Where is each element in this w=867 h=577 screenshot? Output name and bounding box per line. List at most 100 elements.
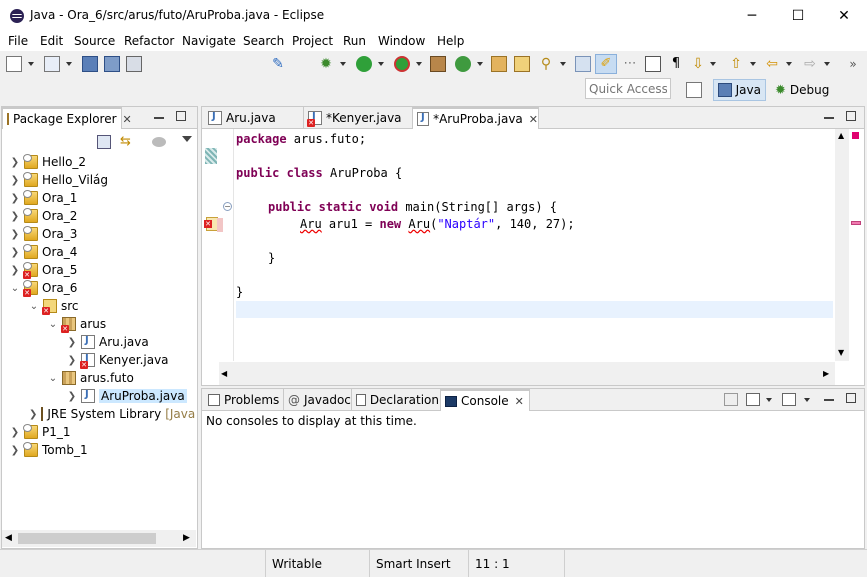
menu-navigate[interactable]: Navigate [182, 34, 236, 48]
scrollbar-thumb[interactable] [18, 533, 156, 544]
close-icon[interactable]: ✕ [123, 113, 132, 126]
chevron-right-icon[interactable]: ❯ [67, 391, 77, 402]
tree-item-project[interactable]: ❯ Hello_Világ [10, 171, 108, 189]
tree-item-java-file[interactable]: ❯ AruProba.java [67, 387, 187, 405]
chevron-right-icon[interactable]: ❯ [10, 247, 20, 258]
tree-item-project[interactable]: ❯ P1_1 [10, 423, 71, 441]
prev-annotation-icon[interactable]: ⇧ [728, 56, 744, 72]
tab-kenyer-java[interactable]: *Kenyer.java [303, 107, 411, 129]
chevron-right-icon[interactable]: ❯ [10, 193, 20, 204]
tree-item-source-folder[interactable]: ⌄ src [29, 297, 79, 315]
scroll-up-icon[interactable]: ▲ [838, 131, 844, 140]
scroll-left-icon[interactable]: ◀ [5, 533, 12, 543]
quick-access-input[interactable] [585, 78, 671, 99]
tree-item-project[interactable]: ❯ Ora_2 [10, 207, 77, 225]
close-button[interactable]: ✕ [821, 0, 867, 31]
tree-item-project[interactable]: ❯ Ora_1 [10, 189, 77, 207]
tab-javadoc[interactable]: @ Javadoc [283, 389, 351, 411]
toolbar-overflow-icon[interactable]: » [845, 56, 861, 72]
tree-item-package[interactable]: ⌄ arus.futo [48, 369, 134, 387]
menu-source[interactable]: Source [74, 34, 115, 48]
vertical-scrollbar[interactable]: ▲ ▼ [835, 129, 849, 361]
show-whitespace-icon[interactable] [645, 56, 661, 72]
chevron-down-icon[interactable]: ⌄ [48, 373, 58, 384]
tree-item-library[interactable]: ❯ JRE System Library[JavaS [29, 405, 196, 423]
run-external-icon[interactable] [394, 56, 410, 72]
tree-item-java-file[interactable]: ❯ Aru.java [67, 333, 149, 351]
minimize-icon[interactable] [154, 117, 164, 119]
chevron-right-icon[interactable]: ❯ [10, 175, 20, 186]
tree-item-package[interactable]: ⌄ arus [48, 315, 106, 333]
next-annotation-icon[interactable]: ⇩ [690, 56, 706, 72]
scroll-left-icon[interactable]: ◀ [221, 369, 227, 378]
chevron-right-icon[interactable]: ❯ [67, 355, 77, 366]
new-class-dropdown-arrow[interactable] [477, 62, 483, 66]
scroll-right-icon[interactable]: ▶ [823, 369, 829, 378]
error-overview-icon[interactable] [852, 132, 859, 139]
run-icon[interactable] [356, 56, 372, 72]
new-java-icon[interactable] [44, 56, 60, 72]
new-icon[interactable] [6, 56, 22, 72]
save-all-icon[interactable] [104, 56, 120, 72]
chevron-right-icon[interactable]: ❯ [10, 445, 20, 456]
open-console-dropdown-arrow[interactable] [804, 398, 810, 402]
maximize-icon[interactable] [846, 393, 856, 403]
chevron-right-icon[interactable]: ❯ [10, 229, 20, 240]
pin-icon[interactable]: ✎ [270, 56, 286, 72]
view-menu-icon[interactable] [182, 136, 192, 142]
perspective-debug[interactable]: ✹ Debug [771, 79, 831, 101]
chevron-right-icon[interactable]: ❯ [10, 427, 20, 438]
close-icon[interactable]: ✕ [515, 395, 524, 408]
toggle-mark-icon[interactable] [575, 56, 591, 72]
view-menu-filter-icon[interactable] [152, 137, 166, 147]
tree-item-project[interactable]: ❯ Tomb_1 [10, 441, 88, 459]
minimize-icon[interactable] [824, 117, 834, 119]
collapse-all-icon[interactable] [97, 135, 111, 149]
chevron-right-icon[interactable]: ❯ [10, 265, 20, 276]
new-java-dropdown-arrow[interactable] [66, 62, 72, 66]
tab-console[interactable]: Console ✕ [440, 389, 530, 411]
menu-project[interactable]: Project [292, 34, 333, 48]
tree-item-project[interactable]: ❯ Ora_4 [10, 243, 77, 261]
minimize-button[interactable]: ─ [729, 0, 775, 31]
tree-item-project[interactable]: ⌄ Ora_6 [10, 279, 77, 297]
new-package-icon[interactable] [430, 56, 446, 72]
horizontal-scrollbar[interactable]: ◀ ▶ [219, 362, 835, 385]
tab-declaration[interactable]: Declaration [351, 389, 439, 411]
block-select-icon[interactable]: ⋯ [622, 56, 638, 72]
pin-console-icon[interactable] [724, 393, 738, 406]
chevron-down-icon[interactable]: ⌄ [48, 319, 58, 330]
open-perspective-icon[interactable] [686, 82, 702, 98]
print-icon[interactable] [126, 56, 142, 72]
run-dropdown-arrow[interactable] [378, 62, 384, 66]
external-dropdown-arrow[interactable] [416, 62, 422, 66]
debug-icon[interactable]: ✹ [318, 56, 334, 72]
scroll-down-icon[interactable]: ▼ [838, 348, 844, 357]
forward-dropdown-arrow[interactable] [824, 62, 830, 66]
open-console-icon[interactable] [782, 393, 796, 406]
menu-search[interactable]: Search [243, 34, 284, 48]
link-editor-icon[interactable]: ⇆ [120, 135, 136, 149]
close-icon[interactable]: ✕ [529, 113, 538, 126]
menu-refactor[interactable]: Refactor [124, 34, 174, 48]
forward-icon[interactable]: ⇨ [802, 56, 818, 72]
minimize-icon[interactable] [824, 399, 834, 401]
save-icon[interactable] [82, 56, 98, 72]
menu-run[interactable]: Run [343, 34, 366, 48]
menu-window[interactable]: Window [378, 34, 425, 48]
horizontal-scrollbar[interactable]: ◀ ▶ [2, 530, 196, 547]
tree-item-project[interactable]: ❯ Ora_5 [10, 261, 77, 279]
back-dropdown-arrow[interactable] [786, 62, 792, 66]
highlight-icon[interactable]: ✐ [595, 54, 617, 74]
tab-aru-java[interactable]: Aru.java [204, 107, 302, 129]
perspective-java[interactable]: Java [713, 79, 766, 101]
debug-dropdown-arrow[interactable] [340, 62, 346, 66]
back-icon[interactable]: ⇦ [764, 56, 780, 72]
maximize-button[interactable]: ☐ [775, 0, 821, 31]
chevron-right-icon[interactable]: ❯ [29, 409, 37, 420]
display-console-icon[interactable] [746, 393, 760, 406]
scroll-right-icon[interactable]: ▶ [183, 533, 190, 543]
menu-edit[interactable]: Edit [40, 34, 63, 48]
open-folder-icon[interactable] [514, 56, 530, 72]
search-icon[interactable]: ⚲ [538, 56, 554, 72]
